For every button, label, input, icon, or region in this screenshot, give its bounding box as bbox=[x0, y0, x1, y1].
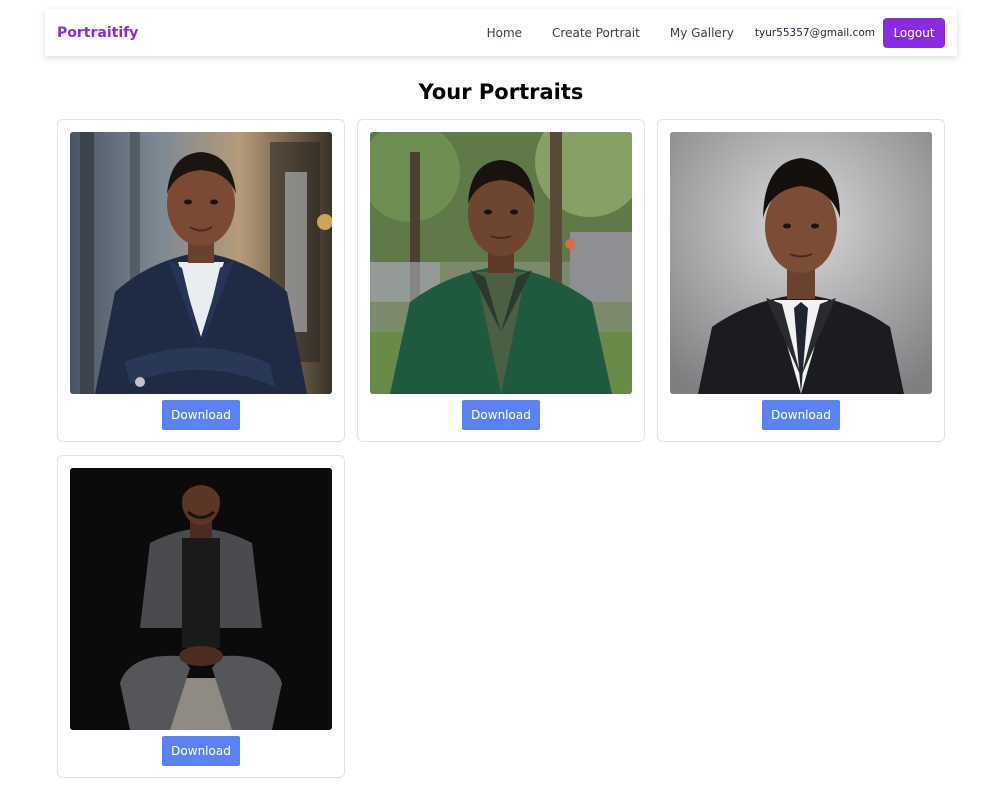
navbar: Portraitify Home Create Portrait My Gall… bbox=[45, 9, 957, 56]
nav-link-my-gallery[interactable]: My Gallery bbox=[670, 26, 734, 40]
nav-menu: Home Create Portrait My Gallery tyur5535… bbox=[487, 17, 945, 48]
download-button[interactable]: Download bbox=[162, 400, 240, 430]
download-button[interactable]: Download bbox=[462, 400, 540, 430]
portrait-image[interactable] bbox=[370, 132, 632, 394]
portrait-card: Download bbox=[357, 119, 645, 442]
portrait-image[interactable] bbox=[70, 468, 332, 730]
nav-link-create-portrait[interactable]: Create Portrait bbox=[552, 26, 640, 40]
brand-logo[interactable]: Portraitify bbox=[57, 25, 138, 41]
portrait-image[interactable] bbox=[670, 132, 932, 394]
page-title: Your Portraits bbox=[418, 80, 584, 104]
user-email: tyur55357@gmail.com bbox=[754, 26, 875, 39]
logout-button[interactable]: Logout bbox=[883, 17, 945, 48]
download-button[interactable]: Download bbox=[762, 400, 840, 430]
portrait-card: Download bbox=[57, 455, 345, 778]
nav-link-home[interactable]: Home bbox=[487, 26, 522, 40]
portrait-image[interactable] bbox=[70, 132, 332, 394]
download-button[interactable]: Download bbox=[162, 736, 240, 766]
portrait-card: Download bbox=[657, 119, 945, 442]
portrait-card: Download bbox=[57, 119, 345, 442]
